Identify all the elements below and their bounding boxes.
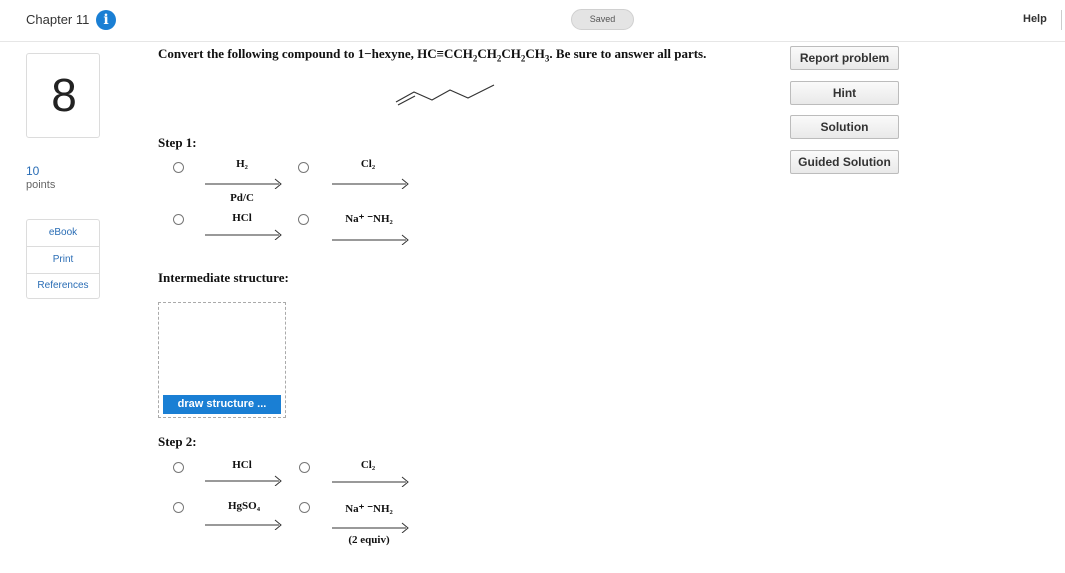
resources-panel: eBook Print References bbox=[26, 219, 100, 299]
step1-option-2-reagent: Cl₂ bbox=[360, 158, 376, 170]
guided-solution-button[interactable]: Guided Solution bbox=[790, 150, 899, 174]
points-label: points bbox=[26, 179, 56, 191]
step2-label: Step 2: bbox=[158, 434, 197, 449]
question-number-box: 8 bbox=[26, 53, 100, 138]
reaction-arrow bbox=[205, 475, 282, 486]
hexene-skeletal-structure bbox=[395, 84, 495, 106]
step2-option-2-reagent: Cl₂ bbox=[360, 459, 376, 471]
ebook-link[interactable]: eBook bbox=[27, 220, 99, 246]
divider bbox=[1061, 10, 1062, 30]
info-icon[interactable]: i bbox=[96, 10, 116, 30]
step1-option-3-reagent: HCl bbox=[232, 212, 252, 224]
step1-option-1-reagent: H₂ bbox=[236, 158, 248, 170]
reaction-arrow bbox=[332, 178, 409, 189]
reaction-arrow bbox=[205, 229, 282, 240]
step2-option-2-radio[interactable] bbox=[299, 462, 310, 473]
intermediate-structure-label: Intermediate structure: bbox=[158, 270, 289, 285]
reaction-arrow bbox=[332, 476, 409, 487]
report-problem-button[interactable]: Report problem bbox=[790, 46, 899, 70]
hint-button[interactable]: Hint bbox=[790, 81, 899, 105]
intermediate-structure-drop-zone[interactable]: draw structure ... bbox=[158, 302, 286, 418]
step1-option-4-radio[interactable] bbox=[298, 214, 309, 225]
prompt-instructions: . Be sure to answer all parts. bbox=[549, 46, 707, 61]
step2-option-3-radio[interactable] bbox=[173, 502, 184, 513]
chapter-title[interactable]: Chapter 11 bbox=[26, 12, 89, 27]
draw-structure-button[interactable]: draw structure ... bbox=[163, 395, 281, 414]
solution-button[interactable]: Solution bbox=[790, 115, 899, 139]
reaction-arrow bbox=[205, 519, 282, 530]
step1-option-3-radio[interactable] bbox=[173, 214, 184, 225]
reaction-arrow bbox=[205, 178, 282, 189]
step1-option-1-catalyst: Pd/C bbox=[230, 192, 254, 204]
top-bar: Chapter 11 i Saved Help bbox=[0, 0, 1065, 42]
step2-option-3-reagent: HgSO₄ bbox=[227, 500, 261, 512]
step2-option-4-radio[interactable] bbox=[299, 502, 310, 513]
step1-option-4-reagent: Na⁺ ⁻NH₂ bbox=[345, 213, 393, 225]
step2-option-1-radio[interactable] bbox=[173, 462, 184, 473]
step1-label: Step 1: bbox=[158, 135, 197, 150]
reaction-arrow bbox=[332, 522, 409, 533]
step2-option-4-reagent: Na⁺ ⁻NH₂ bbox=[345, 503, 393, 515]
points-value: 10 bbox=[26, 164, 40, 178]
step2-option-4-condition: (2 equiv) bbox=[348, 534, 390, 546]
question-prompt: Convert the following compound to 1−hexy… bbox=[158, 46, 707, 64]
references-link[interactable]: References bbox=[27, 273, 99, 299]
step2-option-1-reagent: HCl bbox=[232, 459, 252, 471]
help-link[interactable]: Help bbox=[1023, 13, 1047, 25]
saved-status-badge: Saved bbox=[571, 9, 634, 30]
print-link[interactable]: Print bbox=[27, 247, 99, 273]
step1-option-2-radio[interactable] bbox=[298, 162, 309, 173]
step1-option-1-radio[interactable] bbox=[173, 162, 184, 173]
question-number: 8 bbox=[51, 69, 77, 121]
prompt-text: Convert the following compound to 1−hexy… bbox=[158, 46, 473, 61]
reaction-arrow bbox=[332, 234, 409, 245]
